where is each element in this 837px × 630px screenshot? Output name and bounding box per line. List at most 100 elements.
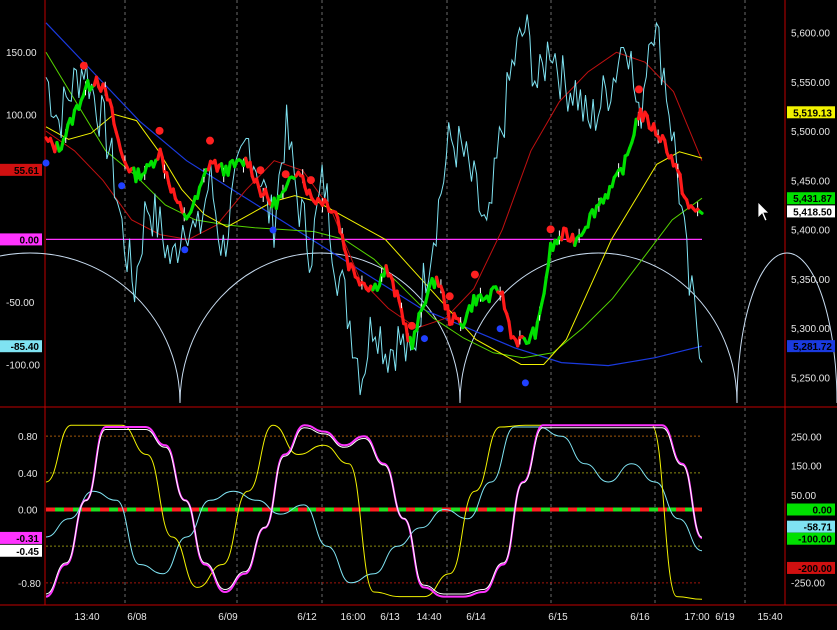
price-segment — [417, 314, 419, 330]
price-segment — [665, 140, 667, 152]
right-value-tag: -200.00 — [798, 564, 832, 575]
red-signal-dot[interactable] — [206, 137, 214, 145]
blue-signal-dot[interactable] — [118, 182, 125, 189]
right-axis-tick: 5,600.00 — [791, 29, 830, 40]
blue-signal-dot[interactable] — [181, 246, 188, 253]
price-segment — [412, 332, 414, 348]
red-signal-dot[interactable] — [471, 271, 479, 279]
price-segment — [489, 290, 491, 302]
cycle-arc — [0, 253, 180, 403]
price-segment — [250, 162, 252, 176]
right-axis-tick: 250.00 — [791, 432, 822, 443]
right-value-tag: 5,519.13 — [793, 108, 832, 119]
red-signal-dot[interactable] — [635, 85, 643, 93]
chart-canvas[interactable]: 150.00 100.00 0.00 -50.00 -100.00 5,600.00 5,5… — [0, 0, 837, 625]
left-axis-tick: -100.00 — [6, 360, 40, 371]
right-axis-tick: 5,500.00 — [791, 127, 830, 138]
price-segment — [647, 116, 649, 129]
blue-signal-dot[interactable] — [270, 227, 277, 234]
right-value-tag: 5,281.72 — [793, 342, 832, 353]
price-segment — [197, 187, 199, 198]
red-signal-dot[interactable] — [408, 322, 416, 330]
right-axis-tick: 5,300.00 — [791, 324, 830, 335]
x-axis: 13:406/086/096/1216:006/1314:406/146/156… — [74, 612, 782, 623]
price-segment — [105, 89, 107, 100]
price-segment — [72, 110, 74, 124]
price-segment — [608, 187, 610, 198]
right-axis-tick: 5,550.00 — [791, 78, 830, 89]
price-segment — [562, 228, 564, 240]
left-axis-tick: 0.00 — [18, 506, 38, 517]
right-axis-tick: 5,450.00 — [791, 176, 830, 187]
right-axis-tick: 5,250.00 — [791, 373, 830, 384]
vertical-gridlines — [125, 0, 745, 605]
price-segment — [276, 196, 278, 208]
right-axis-tick: 5,400.00 — [791, 226, 830, 237]
left-axis-tick: 150.00 — [6, 48, 37, 59]
red-signal-dot[interactable] — [156, 127, 164, 135]
blue-signal-dot[interactable] — [522, 379, 529, 386]
price-segment — [535, 322, 537, 338]
blue-signal-dot[interactable] — [43, 159, 50, 166]
x-axis-label: 15:40 — [757, 612, 782, 623]
left-axis-tick: -50.00 — [6, 298, 35, 309]
price-segment — [502, 292, 504, 309]
price-segment — [167, 173, 169, 184]
upper-price-panel[interactable]: 150.00 100.00 0.00 -50.00 -100.00 5,600.00 5,5… — [0, 14, 837, 403]
left-value-tag: -0.31 — [16, 534, 39, 545]
x-axis-label: 6/15 — [548, 612, 568, 623]
red-signal-dot[interactable] — [547, 225, 555, 233]
right-axis-tick: 50.00 — [791, 491, 816, 502]
right-value-tag: 0.00 — [813, 506, 833, 517]
right-value-tag: 5,418.50 — [793, 207, 832, 218]
x-axis-label: 6/16 — [630, 612, 650, 623]
x-axis-label: 6/14 — [466, 612, 486, 623]
right-axis-tick: 5,350.00 — [791, 275, 830, 286]
price-segment — [443, 292, 445, 309]
price-segment — [401, 310, 403, 324]
price-segment — [588, 214, 590, 227]
price-segment — [654, 124, 656, 135]
price-segment — [566, 229, 568, 241]
red-signal-dot[interactable] — [256, 166, 264, 174]
x-axis-label: 16:00 — [340, 612, 365, 623]
price-segment — [680, 175, 682, 194]
x-axis-label: 6/19 — [715, 612, 735, 623]
x-axis-label: 6/12 — [297, 612, 317, 623]
price-segment — [66, 125, 68, 136]
left-axis-tick: 0.80 — [18, 432, 38, 443]
blue-signal-dot[interactable] — [421, 335, 428, 342]
price-segment — [228, 162, 230, 175]
red-signal-dot[interactable] — [282, 170, 290, 178]
red-signal-dot[interactable] — [446, 292, 454, 300]
price-segment — [634, 119, 636, 135]
price-segment — [544, 278, 546, 294]
red-signal-dot[interactable] — [307, 176, 315, 184]
right-axis-tick: -250.00 — [791, 579, 825, 590]
mouse-cursor-icon — [758, 202, 769, 221]
left-value-tag: -0.45 — [16, 547, 39, 558]
blue-trend-line — [46, 23, 702, 366]
price-segment — [594, 206, 596, 217]
panel-frames — [0, 0, 837, 605]
left-value-tag: -85.40 — [11, 342, 40, 353]
blue-signal-dot[interactable] — [497, 325, 504, 332]
left-axis-tick: 0.40 — [18, 469, 38, 480]
price-segment — [112, 108, 114, 124]
x-axis-label: 13:40 — [74, 612, 99, 623]
right-value-tag: -100.00 — [798, 535, 832, 546]
left-axis-tick: 100.00 — [6, 110, 37, 121]
x-axis-label: 6/09 — [218, 612, 238, 623]
left-value-tag: 55.61 — [14, 166, 39, 177]
signal-dots — [43, 62, 643, 387]
price-segment — [509, 322, 511, 338]
red-signal-dot[interactable] — [80, 62, 88, 70]
price-segment — [546, 265, 548, 278]
price-segment — [303, 176, 305, 187]
right-value-tag: -58.71 — [804, 523, 833, 534]
x-axis-label: 6/08 — [127, 612, 147, 623]
left-axis-tick: -0.80 — [18, 579, 41, 590]
price-segment — [700, 212, 702, 214]
x-axis-label: 14:40 — [416, 612, 441, 623]
left-value-tag: 0.00 — [20, 235, 40, 246]
